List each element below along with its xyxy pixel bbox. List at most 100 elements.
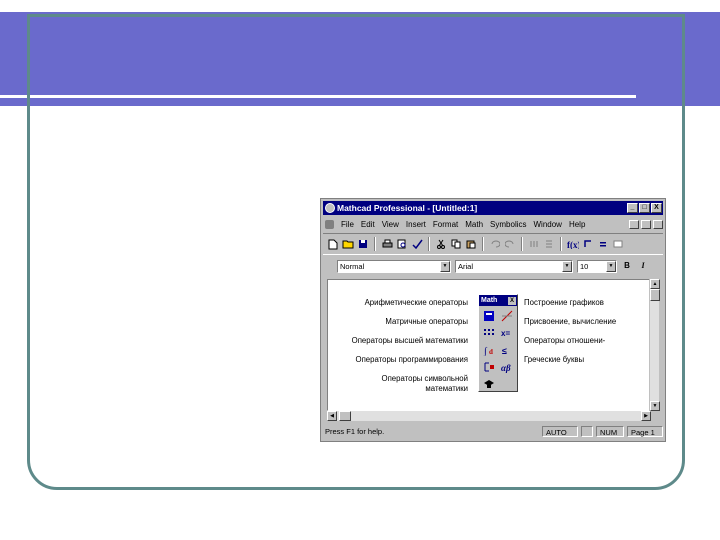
scroll-right-icon[interactable]: ▶ <box>641 411 651 421</box>
svg-text:d: d <box>489 348 493 356</box>
matrix-icon[interactable] <box>481 326 497 340</box>
vertical-scroll-thumb[interactable] <box>650 289 660 301</box>
status-hint: Press F1 for help. <box>325 426 385 436</box>
insert-function-icon[interactable] <box>582 238 594 250</box>
style-select[interactable]: Normal ▼ <box>337 259 451 273</box>
menu-format[interactable]: Format <box>433 220 458 229</box>
chevron-down-icon[interactable]: ▼ <box>562 260 572 272</box>
status-bar: Press F1 for help. AUTO NUM Page 1 <box>323 424 663 438</box>
vertical-scrollbar[interactable]: ▲ ▼ <box>649 279 660 411</box>
svg-text:αβ: αβ <box>501 363 511 373</box>
align-across-icon[interactable] <box>528 238 540 250</box>
svg-text:≤: ≤ <box>502 346 507 356</box>
label-programming-operators: Операторы программирования <box>355 355 468 364</box>
scroll-left-icon[interactable]: ◀ <box>327 411 337 421</box>
toolbar-separator <box>521 237 523 251</box>
slide-header-corner <box>683 12 720 106</box>
doc-close-button[interactable] <box>653 219 663 229</box>
save-icon[interactable] <box>357 238 369 250</box>
minimize-button[interactable]: _ <box>627 203 638 213</box>
print-icon[interactable] <box>381 238 393 250</box>
open-folder-icon[interactable] <box>342 238 354 250</box>
horizontal-scroll-thumb[interactable] <box>339 411 351 421</box>
toolbar-separator <box>374 237 376 251</box>
math-palette-close-button[interactable]: X <box>508 296 516 305</box>
close-button[interactable]: X <box>651 203 662 213</box>
maximize-button[interactable]: □ <box>639 203 650 213</box>
graph-icon[interactable] <box>499 309 515 323</box>
toolbar-separator <box>428 237 430 251</box>
font-select[interactable]: Arial ▼ <box>455 259 573 273</box>
label-symbolic-operators: Операторы символьной <box>381 374 469 383</box>
new-file-icon[interactable] <box>327 238 339 250</box>
title-bar[interactable]: Mathcad Professional - [Untitled:1] _ □ … <box>323 201 663 215</box>
print-preview-icon[interactable] <box>396 238 408 250</box>
calculus-icon[interactable]: ∫ d <box>481 343 497 357</box>
status-page: Page 1 <box>627 425 663 437</box>
cut-icon[interactable] <box>435 238 447 250</box>
undo-icon[interactable] <box>489 238 501 250</box>
doc-restore-button[interactable] <box>641 219 651 229</box>
italic-button[interactable]: I <box>637 260 649 272</box>
calculator-icon[interactable] <box>481 309 497 323</box>
label-greek-letters: Греческие буквы <box>524 355 585 364</box>
status-calc-mode: AUTO <box>542 425 578 437</box>
menu-help[interactable]: Help <box>569 220 585 229</box>
label-arithmetic-operators: Арифметические операторы <box>364 298 468 307</box>
font-size-select[interactable]: 10 ▼ <box>577 259 617 273</box>
scroll-up-icon[interactable]: ▲ <box>650 279 660 289</box>
status-blank <box>581 425 593 437</box>
style-select-value: Normal <box>340 261 365 271</box>
math-palette: Math X x= ∫ d ≤ αβ <box>478 294 518 392</box>
font-select-value: Arial <box>458 261 474 271</box>
menu-insert[interactable]: Insert <box>406 220 426 229</box>
format-toolbar: Normal ▼ Arial ▼ 10 ▼ B I <box>323 257 663 275</box>
copy-icon[interactable] <box>450 238 462 250</box>
status-num-lock: NUM <box>596 425 624 437</box>
menu-view[interactable]: View <box>382 220 399 229</box>
greek-icon[interactable]: αβ <box>499 360 515 374</box>
menu-file[interactable]: File <box>341 220 354 229</box>
programming-icon[interactable] <box>481 360 497 374</box>
chevron-down-icon[interactable]: ▼ <box>606 260 616 272</box>
font-size-value: 10 <box>580 261 589 271</box>
menu-symbolics[interactable]: Symbolics <box>490 220 526 229</box>
window-title: Mathcad Professional - [Untitled:1] <box>337 203 478 213</box>
redo-icon[interactable] <box>504 238 516 250</box>
worksheet-area[interactable]: Арифметические операторы Матричные опера… <box>327 279 651 411</box>
mathcad-window: Mathcad Professional - [Untitled:1] _ □ … <box>320 198 666 442</box>
label-calculus-operators: Операторы высшей математики <box>351 336 468 345</box>
svg-text:∫: ∫ <box>483 346 488 356</box>
toolbar-separator <box>482 237 484 251</box>
standard-toolbar: f(x) <box>323 233 663 255</box>
align-down-icon[interactable] <box>543 238 555 250</box>
doc-minimize-button[interactable] <box>629 219 639 229</box>
menu-math[interactable]: Math <box>465 220 483 229</box>
insert-unit-icon[interactable] <box>597 238 609 250</box>
toolbar-separator <box>560 237 562 251</box>
menu-bar: File Edit View Insert Format Math Symbol… <box>323 217 663 231</box>
bold-button[interactable]: B <box>621 260 633 272</box>
svg-text:x=: x= <box>501 329 510 338</box>
symbolic-icon[interactable] <box>481 377 497 391</box>
resources-icon[interactable] <box>612 238 624 250</box>
scroll-down-icon[interactable]: ▼ <box>650 401 660 411</box>
label-boolean-operators: Операторы отношени- <box>524 336 606 345</box>
label-matrix-operators: Матричные операторы <box>385 317 468 326</box>
boolean-icon[interactable]: ≤ <box>499 343 515 357</box>
document-icon[interactable] <box>325 219 334 229</box>
label-graphing: Построение графиков <box>524 298 604 307</box>
math-palette-title: Math <box>481 297 498 304</box>
menu-window[interactable]: Window <box>534 220 562 229</box>
chevron-down-icon[interactable]: ▼ <box>440 260 450 272</box>
evaluation-icon[interactable]: x= <box>499 326 515 340</box>
math-palette-title-bar[interactable]: Math X <box>479 295 517 306</box>
math-palette-grid: x= ∫ d ≤ αβ <box>479 306 517 394</box>
app-icon[interactable] <box>325 203 335 213</box>
horizontal-scrollbar[interactable]: ◀ ▶ <box>327 411 651 421</box>
svg-text:f(x): f(x) <box>567 240 579 249</box>
spell-check-icon[interactable] <box>411 238 423 250</box>
calculate-icon[interactable]: f(x) <box>567 238 579 250</box>
menu-edit[interactable]: Edit <box>361 220 375 229</box>
paste-icon[interactable] <box>465 238 477 250</box>
